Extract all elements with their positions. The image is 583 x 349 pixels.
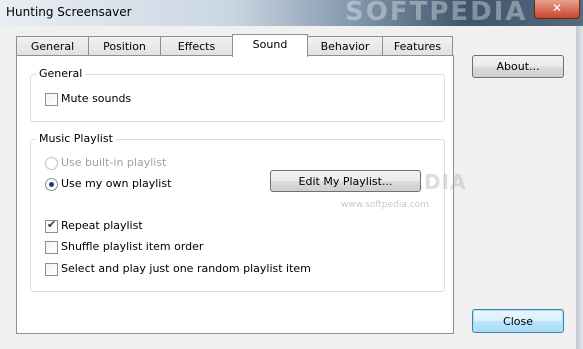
radio-icon: [45, 157, 58, 170]
shuffle-playlist-label: Shuffle playlist item order: [61, 240, 204, 253]
tab-effects[interactable]: Effects: [160, 36, 233, 56]
softpedia-watermark: SOFTPEDIA: [345, 0, 528, 27]
title-bar[interactable]: Hunting Screensaver SOFTPEDIA ✕: [0, 0, 583, 27]
checkbox-icon: [45, 93, 58, 106]
tab-general[interactable]: General: [16, 36, 89, 56]
panel-watermark-url: www.softpedia.com: [341, 200, 429, 210]
edit-my-playlist-button[interactable]: Edit My Playlist...: [270, 170, 421, 192]
tab-behavior[interactable]: Behavior: [307, 36, 383, 56]
use-own-playlist-label: Use my own playlist: [61, 177, 172, 190]
sound-tab-panel: General Mute sounds Music Playlist SOFTP…: [16, 55, 466, 334]
repeat-playlist-label: Repeat playlist: [61, 219, 143, 232]
dialog-window: Hunting Screensaver SOFTPEDIA ✕ General …: [0, 0, 583, 349]
radio-selected-icon: [45, 178, 58, 191]
window-border: [576, 26, 583, 349]
random-playlist-item-label: Select and play just one random playlist…: [61, 262, 311, 275]
about-button[interactable]: About...: [472, 55, 564, 78]
window-close-button[interactable]: ✕: [534, 0, 580, 19]
window-title: Hunting Screensaver: [6, 5, 132, 19]
tab-features[interactable]: Features: [382, 36, 453, 56]
general-group: General Mute sounds: [30, 67, 445, 122]
use-builtin-playlist-label: Use built-in playlist: [61, 156, 167, 169]
music-playlist-group-title: Music Playlist: [36, 132, 116, 145]
tab-position[interactable]: Position: [88, 36, 161, 56]
close-icon: ✕: [551, 1, 563, 15]
music-playlist-group: Music Playlist SOFTPEDIA www.softpedia.c…: [30, 132, 466, 292]
tab-sound[interactable]: Sound: [232, 34, 308, 57]
close-button[interactable]: Close: [472, 309, 564, 333]
checkbox-icon: [45, 241, 58, 254]
checkbox-checked-icon: [45, 218, 58, 233]
checkbox-icon: [45, 263, 58, 276]
general-group-title: General: [36, 67, 86, 80]
mute-sounds-label: Mute sounds: [61, 92, 132, 105]
